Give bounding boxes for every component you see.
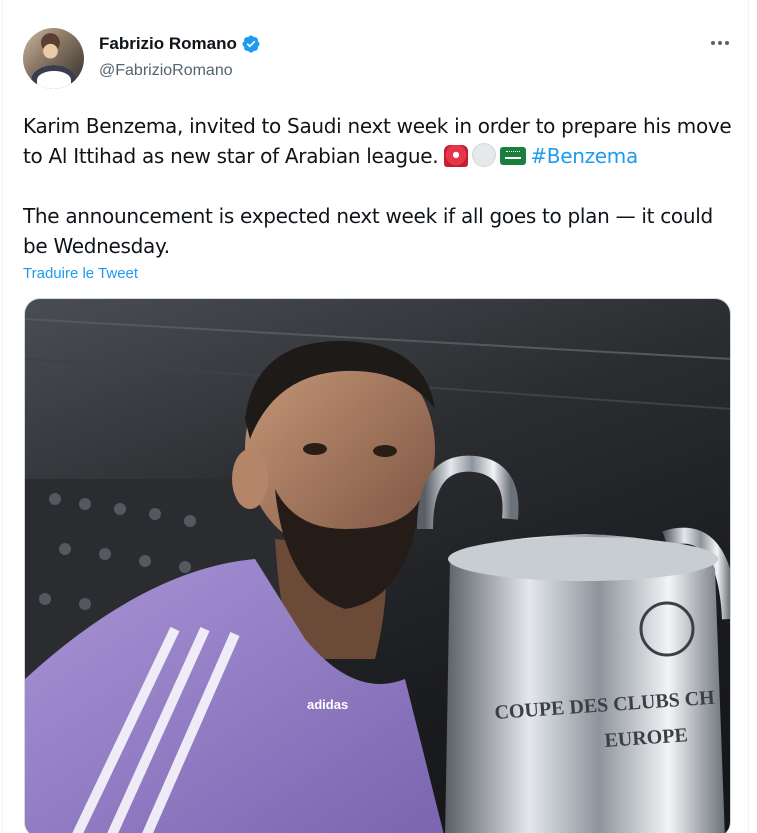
tweet-card[interactable]: Fabrizio Romano @FabrizioRomano Karim Be… [2, 0, 749, 833]
tweet-paragraph-1: Karim Benzema, invited to Saudi next wee… [23, 111, 743, 171]
hashtag-link[interactable]: #Benzema [530, 144, 638, 168]
avatar-shirt [31, 65, 77, 89]
trophy-handle-left [417, 455, 519, 530]
dot [718, 41, 722, 45]
photo-illustration: adidas COUPE DES CLUBS CH EUROPE [25, 318, 730, 833]
translate-tweet-link[interactable]: Traduire le Tweet [23, 265, 138, 282]
dot [711, 41, 715, 45]
rotating-light-icon [444, 145, 469, 167]
dot [725, 41, 729, 45]
verified-badge-icon [242, 35, 260, 53]
author-display-name[interactable]: Fabrizio Romano [99, 34, 237, 54]
author-avatar[interactable] [23, 28, 84, 89]
more-options-icon[interactable] [707, 32, 733, 54]
ear [232, 449, 268, 509]
tweet-paragraph-2: The announcement is expected next week i… [23, 204, 713, 258]
jacket-brand-text: adidas [307, 697, 348, 712]
tweet-text: Karim Benzema, invited to Saudi next wee… [23, 111, 743, 261]
saudi-flag-icon [500, 147, 527, 165]
eye [303, 443, 327, 455]
author-handle[interactable]: @FabrizioRomano [99, 62, 233, 80]
white-circle-icon [472, 143, 497, 167]
tweet-media-photo[interactable]: adidas COUPE DES CLUBS CH EUROPE [24, 298, 731, 833]
author-name-row: Fabrizio Romano [99, 34, 261, 54]
trophy-rim [448, 537, 718, 581]
eye [373, 445, 397, 457]
